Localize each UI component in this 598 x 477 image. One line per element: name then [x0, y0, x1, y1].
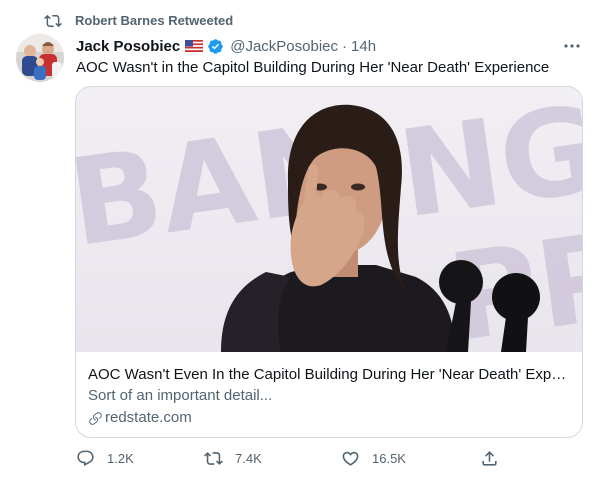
- card-image[interactable]: BAN NG PP: [76, 87, 582, 369]
- retweet-icon: [204, 451, 223, 465]
- tweet[interactable]: Robert Barnes Retweeted Jack Posobiec @J…: [0, 0, 598, 477]
- retweet-label[interactable]: Robert Barnes Retweeted: [75, 13, 233, 28]
- author-handle[interactable]: @JackPosobiec: [230, 38, 338, 55]
- retweet-count: 7.4K: [235, 450, 262, 466]
- separator-dot: ·: [342, 37, 348, 55]
- tweet-text: AOC Wasn't in the Capitol Building Durin…: [76, 59, 550, 76]
- reply-icon: [77, 450, 94, 466]
- retweet-button[interactable]: 7.4K: [204, 448, 262, 468]
- card-domain[interactable]: redstate.com: [88, 408, 570, 428]
- action-bar: 1.2K 7.4K 16.5K: [76, 448, 582, 468]
- author-name[interactable]: Jack Posobiec: [76, 38, 180, 55]
- tweet-header: Jack Posobiec @JackPosobiec · 14h: [76, 36, 582, 56]
- verified-badge-icon: [208, 38, 223, 54]
- like-icon: [342, 451, 359, 466]
- card-description: Sort of an important detail...: [88, 387, 273, 404]
- like-count: 16.5K: [372, 450, 406, 466]
- link-card[interactable]: BAN NG PP AOC Wasn't E: [75, 86, 583, 438]
- link-icon: [89, 411, 102, 425]
- retweet-icon: [44, 14, 62, 28]
- avatar[interactable]: [16, 34, 64, 82]
- card-title[interactable]: AOC Wasn't Even In the Capitol Building …: [88, 365, 570, 385]
- like-button[interactable]: 16.5K: [341, 448, 406, 468]
- flag-icon: [185, 40, 204, 52]
- more-icon[interactable]: [562, 38, 582, 54]
- card-domain-label: redstate.com: [105, 409, 192, 426]
- timestamp[interactable]: 14h: [351, 38, 376, 55]
- share-button[interactable]: [480, 448, 499, 468]
- card-body: AOC Wasn't Even In the Capitol Building …: [76, 353, 582, 437]
- reply-button[interactable]: 1.2K: [76, 448, 134, 468]
- reply-count: 1.2K: [107, 450, 134, 466]
- share-icon: [482, 450, 497, 466]
